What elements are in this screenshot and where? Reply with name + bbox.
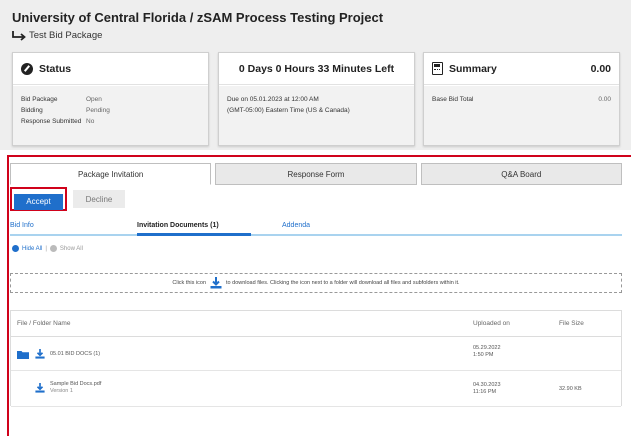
timezone: (GMT-05:00) Eastern Time (US & Canada) <box>227 107 350 114</box>
time-left-title: 0 Days 0 Hours 33 Minutes Left <box>238 62 395 75</box>
header-uploaded: Uploaded on <box>473 320 510 327</box>
summary-total: 0.00 <box>590 62 611 75</box>
tab-qa-board[interactable]: Q&A Board <box>420 163 622 185</box>
page-title: University of Central Florida / zSAM Pro… <box>12 10 384 25</box>
download-info-banner: Click this icon to download files. Click… <box>10 273 622 293</box>
download-icon <box>210 277 222 289</box>
summary-card-title: Summary <box>449 62 497 75</box>
status-row: Response Submitted No <box>21 118 95 125</box>
time-left-card: 0 Days 0 Hours 33 Minutes Left Due on 05… <box>218 52 415 146</box>
status-card-title: Status <box>39 62 72 75</box>
file-uploaded-date: 04.30.2023 <box>473 382 501 388</box>
breadcrumb: Test Bid Package <box>12 30 102 41</box>
collapse-icon <box>12 245 19 252</box>
accept-highlight: Accept <box>10 187 67 211</box>
table-row[interactable]: Sample Bid Docs.pdf Version 1 04.30.2023… <box>11 371 621 407</box>
separator: | <box>45 245 47 252</box>
folder-uploaded-time: 1:50 PM <box>473 352 494 358</box>
status-row: Bidding Pending <box>21 107 110 114</box>
sub-tabs: Bid Info Invitation Documents (1) Addend… <box>10 220 622 236</box>
bid-package-name: Test Bid Package <box>29 30 103 41</box>
folder-uploaded-date: 05.29.2022 <box>473 345 501 351</box>
table-row[interactable]: 05.01 BID DOCS (1) 05.29.2022 1:50 PM <box>11 337 621 371</box>
download-icon[interactable] <box>35 383 45 393</box>
header-name: File / Folder Name <box>17 320 71 327</box>
decline-button[interactable]: Decline <box>73 190 125 208</box>
due-date: Due on 05.01.2023 at 12:00 AM <box>227 96 319 103</box>
show-all-link[interactable]: Show All <box>60 246 83 252</box>
file-name[interactable]: Sample Bid Docs.pdf <box>50 381 101 388</box>
expand-icon <box>49 245 57 252</box>
tab-response-form[interactable]: Response Form <box>215 163 417 185</box>
download-icon[interactable] <box>35 349 45 359</box>
folder-icon[interactable] <box>17 350 30 359</box>
summary-card: Summary 0.00 Base Bid Total 0.00 <box>423 52 620 146</box>
hide-all-link[interactable]: Hide All <box>22 246 42 252</box>
base-bid-total-row: Base Bid Total 0.00 <box>432 96 611 103</box>
arrow-right-icon <box>12 30 26 41</box>
subtab-addenda[interactable]: Addenda <box>282 220 310 236</box>
tab-package-invitation[interactable]: Package Invitation <box>10 163 212 185</box>
accept-button[interactable]: Accept <box>14 193 63 210</box>
file-size: 32.90 KB <box>559 386 582 392</box>
status-card: Status Bid Package Open Bidding Pending Re… <box>12 52 209 146</box>
expand-collapse-controls: Hide All | Show All <box>12 245 83 252</box>
table-header: File / Folder Name Uploaded on File Size <box>11 311 621 337</box>
folder-name[interactable]: 05.01 BID DOCS (1) <box>50 351 100 357</box>
compass-icon <box>21 62 33 75</box>
status-row: Bid Package Open <box>21 96 102 103</box>
file-uploaded-time: 11:16 PM <box>473 389 497 395</box>
calculator-icon <box>432 62 443 75</box>
banner-text-after: to download files. Clicking the icon nex… <box>226 280 460 286</box>
documents-table: File / Folder Name Uploaded on File Size… <box>10 310 622 407</box>
subtab-bid-info[interactable]: Bid Info <box>10 220 34 236</box>
main-tabs: Package Invitation Response Form Q&A Boa… <box>10 163 622 185</box>
banner-text-before: Click this icon <box>172 280 207 286</box>
subtab-invitation-documents[interactable]: Invitation Documents (1) <box>137 220 251 236</box>
file-version: Version 1 <box>50 388 73 394</box>
header-size: File Size <box>559 320 584 327</box>
